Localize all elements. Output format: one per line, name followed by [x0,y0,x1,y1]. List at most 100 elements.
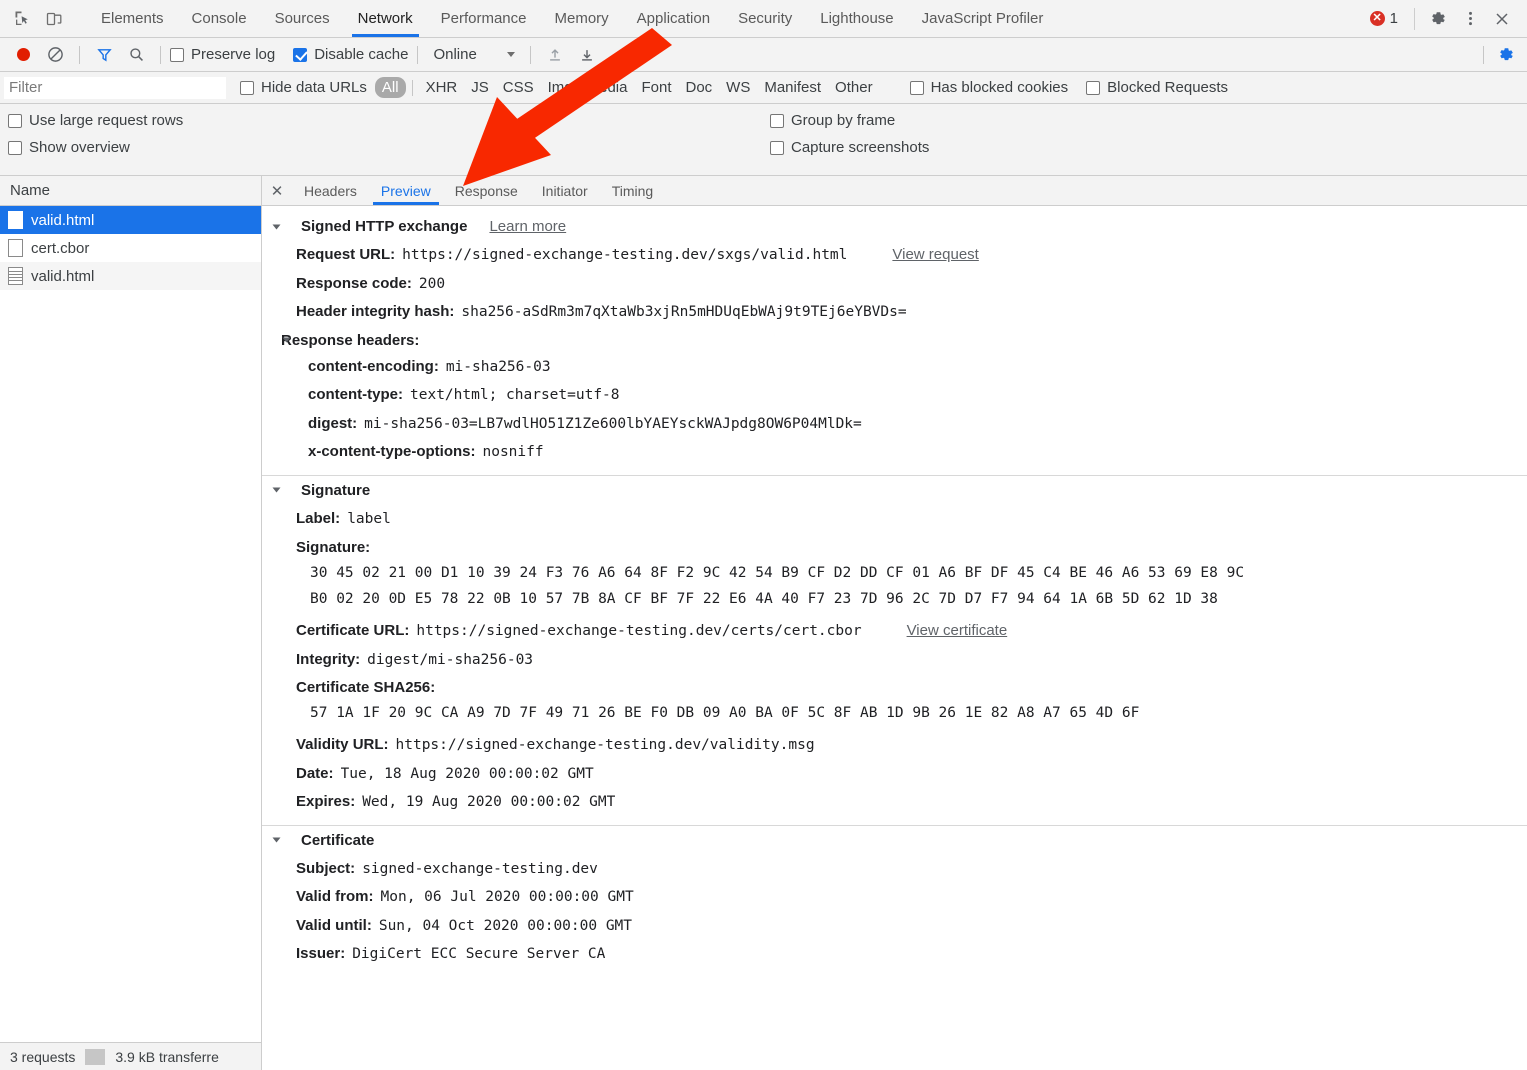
type-filter-xhr[interactable]: XHR [419,77,465,98]
close-icon[interactable]: ✕ [262,176,292,205]
network-settings-pane: Use large request rows Show overview Gro… [0,104,1527,176]
field-issuer: Issuer: DigiCert ECC Secure Server CA [262,940,1527,969]
request-list-sidebar: Name valid.html cert.cbor valid.html 3 r… [0,176,262,1070]
capture-screenshots-checkbox[interactable]: Capture screenshots [770,139,929,156]
record-icon[interactable] [8,40,38,70]
section-header[interactable]: Signed HTTP exchange Learn more [262,212,1527,241]
show-overview-label: Show overview [29,139,130,156]
type-filter-doc[interactable]: Doc [678,77,719,98]
tab-preview[interactable]: Preview [369,176,443,205]
tab-elements[interactable]: Elements [87,0,178,37]
tab-label: Application [637,10,710,27]
import-har-icon[interactable] [540,40,570,70]
network-split-view: Name valid.html cert.cbor valid.html 3 r… [0,176,1527,1070]
tab-memory[interactable]: Memory [541,0,623,37]
divider [1414,8,1415,30]
search-icon[interactable] [121,40,151,70]
export-har-icon[interactable] [572,40,602,70]
preserve-log-checkbox[interactable]: Preserve log [170,46,275,63]
clear-icon[interactable] [40,40,70,70]
type-filter-other[interactable]: Other [828,77,880,98]
tab-lighthouse[interactable]: Lighthouse [806,0,907,37]
more-vertical-icon[interactable] [1455,4,1485,34]
use-large-request-rows-checkbox[interactable]: Use large request rows [8,112,770,129]
tab-response[interactable]: Response [443,176,530,205]
subsection-title: Response headers: [281,332,419,349]
type-filter-font[interactable]: Font [634,77,678,98]
request-row-valid-html[interactable]: valid.html [0,262,261,290]
gear-icon[interactable] [1423,4,1453,34]
resource-type-filters: All XHR JS CSS Img Media Font Doc WS Man… [375,77,880,98]
tab-timing[interactable]: Timing [600,176,666,205]
learn-more-link[interactable]: Learn more [489,218,566,235]
tab-label: Memory [555,10,609,27]
divider [85,1049,105,1065]
field-value: Mon, 06 Jul 2020 00:00:00 GMT [381,888,634,908]
hide-data-urls-checkbox[interactable]: Hide data URLs [240,79,367,96]
close-icon[interactable] [1487,4,1517,34]
group-by-frame-checkbox[interactable]: Group by frame [770,112,929,129]
field-date: Date: Tue, 18 Aug 2020 00:00:02 GMT [262,760,1527,789]
record-dot [17,48,30,61]
tab-label: Lighthouse [820,10,893,27]
filter-input[interactable] [4,77,226,99]
section-header[interactable]: Certificate [262,826,1527,855]
type-filter-manifest[interactable]: Manifest [757,77,828,98]
devtools-right-icons: ✕ 1 [1362,0,1527,37]
group-by-frame-label: Group by frame [791,112,895,129]
inspect-element-icon[interactable] [8,5,36,33]
tab-network[interactable]: Network [344,0,427,37]
field-validity-url: Validity URL: https://signed-exchange-te… [262,727,1527,760]
checkbox-box [8,141,22,155]
chevron-down-icon[interactable] [283,338,291,343]
chevron-down-icon[interactable] [273,838,281,843]
throttling-select[interactable]: Online [427,46,520,63]
filter-funnel-icon[interactable] [89,40,119,70]
disable-cache-checkbox[interactable]: Disable cache [293,46,408,63]
subsection-response-headers[interactable]: Response headers: [262,327,1527,353]
tab-performance[interactable]: Performance [427,0,541,37]
request-row-cert-cbor[interactable]: cert.cbor [0,234,261,262]
request-name: cert.cbor [31,240,89,257]
chevron-down-icon[interactable] [273,224,281,229]
tab-initiator[interactable]: Initiator [530,176,600,205]
section-header[interactable]: Signature [262,476,1527,505]
divider [417,46,418,64]
show-overview-checkbox[interactable]: Show overview [8,139,770,156]
type-filter-css[interactable]: CSS [496,77,541,98]
tab-sources[interactable]: Sources [261,0,344,37]
type-filter-media[interactable]: Media [580,77,635,98]
type-filter-img[interactable]: Img [541,77,580,98]
field-integrity: Integrity: digest/mi-sha256-03 [262,646,1527,675]
type-filter-all[interactable]: All [375,77,406,98]
transferred-size: 3.9 kB transferre [105,1049,229,1065]
header-value: nosniff [482,443,543,463]
section-title: Signature [301,482,370,499]
device-toolbar-icon[interactable] [40,5,68,33]
field-label: Signature: [296,539,370,556]
chevron-down-icon[interactable] [273,488,281,493]
request-list-header[interactable]: Name [0,176,261,206]
field-label: Integrity: [296,650,360,670]
checkbox-box [8,114,22,128]
type-filter-ws[interactable]: WS [719,77,757,98]
request-row-valid-html-sxg[interactable]: valid.html [0,206,261,234]
view-certificate-link[interactable]: View certificate [907,621,1008,641]
has-blocked-cookies-checkbox[interactable]: Has blocked cookies [910,79,1069,96]
network-settings-gear-icon[interactable] [1491,40,1521,70]
tab-javascript-profiler[interactable]: JavaScript Profiler [908,0,1058,37]
error-badge[interactable]: ✕ 1 [1362,10,1406,27]
tab-console[interactable]: Console [178,0,261,37]
field-value: https://signed-exchange-testing.dev/cert… [416,622,861,642]
field-value: Tue, 18 Aug 2020 00:00:02 GMT [341,765,594,785]
view-request-link[interactable]: View request [892,245,978,265]
header-row: content-encoding: mi-sha256-03 [262,353,1527,382]
blocked-requests-checkbox[interactable]: Blocked Requests [1086,79,1228,96]
field-certificate-url: Certificate URL: https://signed-exchange… [262,613,1527,646]
tab-security[interactable]: Security [724,0,806,37]
blocked-requests-label: Blocked Requests [1107,79,1228,96]
tab-application[interactable]: Application [623,0,724,37]
tab-headers[interactable]: Headers [292,176,369,205]
type-filter-js[interactable]: JS [464,77,496,98]
field-value: https://signed-exchange-testing.dev/vali… [396,736,815,756]
